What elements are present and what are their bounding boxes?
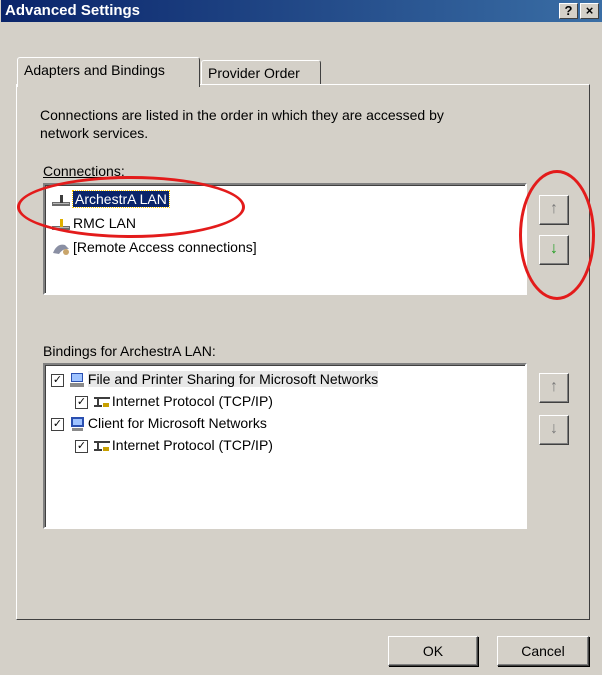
binding-checkbox[interactable]: ✓ (51, 373, 64, 387)
window-title: Advanced Settings (5, 2, 141, 19)
binding-move-down-button[interactable]: ↓ (539, 415, 569, 445)
binding-item-file-printer-sharing[interactable]: ✓ File and Printer Sharing for Microsoft… (51, 371, 379, 391)
title-bar[interactable]: Advanced Settings ? × (1, 0, 602, 22)
printer-sharing-icon (69, 373, 84, 388)
bindings-listbox[interactable]: ✓ File and Printer Sharing for Microsoft… (43, 363, 527, 529)
connection-item-archestra-lan[interactable]: ArchestrA LAN (51, 190, 170, 211)
intro-text-line2: network services. (40, 125, 149, 141)
bindings-label-text: Bindings for ArchestrA LAN: (43, 343, 216, 359)
tab-label: Provider Order (208, 65, 300, 81)
network-adapter-icon (52, 195, 70, 207)
binding-item-label: Internet Protocol (TCP/IP) (111, 437, 273, 453)
help-icon: ? (564, 3, 573, 18)
cancel-button[interactable]: Cancel (497, 636, 589, 666)
connection-item-label: ArchestrA LAN (72, 190, 170, 208)
binding-checkbox[interactable]: ✓ (51, 417, 64, 431)
help-button[interactable]: ? (559, 3, 578, 19)
binding-item-label: Internet Protocol (TCP/IP) (111, 393, 273, 409)
connection-item-label: [Remote Access connections] (73, 239, 257, 255)
tab-panel: Connections are listed in the order in w… (16, 84, 590, 620)
tab-adapters-and-bindings[interactable]: Adapters and Bindings (17, 57, 200, 87)
connections-label: Connections: (43, 163, 125, 179)
connections-label-text: Connections: (43, 163, 125, 179)
tab-provider-order[interactable]: Provider Order (201, 60, 321, 86)
advanced-settings-window: Advanced Settings ? × Adapters and Bindi… (0, 0, 602, 675)
arrow-up-icon: ↑ (550, 200, 558, 217)
remote-access-icon (53, 244, 69, 256)
intro-text-line1: Connections are listed in the order in w… (40, 107, 444, 123)
close-button[interactable]: × (580, 3, 599, 19)
binding-item-label: Client for Microsoft Networks (87, 415, 267, 431)
ok-button-label: OK (422, 643, 444, 659)
binding-item-tcpip-2[interactable]: ✓ Internet Protocol (TCP/IP) (75, 437, 273, 457)
connection-item-remote-access[interactable]: [Remote Access connections] (51, 239, 257, 259)
binding-item-client-networks[interactable]: ✓ Client for Microsoft Networks (51, 415, 267, 435)
binding-item-tcpip-1[interactable]: ✓ Internet Protocol (TCP/IP) (75, 393, 273, 413)
binding-move-up-button[interactable]: ↑ (539, 373, 569, 403)
bindings-label: Bindings for ArchestrA LAN: (43, 343, 216, 359)
connection-move-down-button[interactable]: ↓ (539, 235, 569, 265)
ok-button[interactable]: OK (388, 636, 478, 666)
protocol-icon (93, 441, 110, 452)
connection-move-up-button[interactable]: ↑ (539, 195, 569, 225)
protocol-icon (93, 397, 110, 408)
tab-label: Adapters and Bindings (24, 62, 165, 78)
network-adapter-icon (52, 219, 70, 231)
binding-checkbox[interactable]: ✓ (75, 439, 88, 453)
arrow-up-icon: ↑ (550, 378, 558, 395)
close-icon: × (585, 3, 594, 18)
connections-listbox[interactable]: ArchestrA LAN RMC LAN [Remote Access con… (43, 183, 527, 295)
connection-item-label: RMC LAN (73, 215, 137, 231)
connection-item-rmc-lan[interactable]: RMC LAN (51, 215, 136, 235)
network-client-icon (70, 417, 84, 432)
arrow-down-icon: ↓ (550, 240, 558, 257)
cancel-button-label: Cancel (521, 643, 565, 659)
arrow-down-icon: ↓ (550, 420, 558, 437)
binding-item-label: File and Printer Sharing for Microsoft N… (87, 371, 379, 387)
binding-checkbox[interactable]: ✓ (75, 395, 88, 409)
